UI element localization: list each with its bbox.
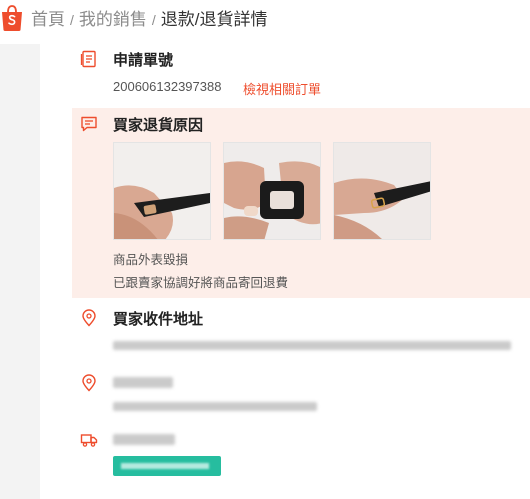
buyer-address-title: 買家收件地址 (113, 311, 204, 328)
request-number-title: 申請單號 (113, 52, 174, 69)
truck-icon (80, 431, 98, 449)
return-reason-text: 商品外表毀損 (113, 253, 189, 267)
evidence-photo-3[interactable] (333, 142, 431, 240)
evidence-photo-2[interactable] (223, 142, 321, 240)
top-header: 首頁 / 我的銷售 / 退款/退貨詳情 (0, 0, 530, 44)
location-pin-icon (80, 374, 98, 392)
breadcrumb: 首頁 / 我的銷售 / 退款/退貨詳情 (31, 9, 268, 31)
shopee-logo-icon[interactable] (0, 4, 24, 32)
evidence-photo-1[interactable] (113, 142, 211, 240)
redacted-name (113, 377, 173, 388)
breadcrumb-separator: / (151, 12, 156, 28)
view-related-order-link[interactable]: 檢視相關訂單 (243, 79, 321, 98)
return-reason-note: 已跟賣家協調好將商品寄回退費 (113, 276, 289, 290)
request-number: 200606132397388 (113, 79, 222, 94)
breadcrumb-separator: / (70, 12, 74, 28)
tracking-number-badge[interactable] (113, 456, 221, 476)
location-pin-icon (80, 309, 98, 327)
breadcrumb-home[interactable]: 首頁 (31, 10, 65, 29)
redacted-tracking-number (121, 463, 209, 469)
redacted-address (113, 341, 511, 350)
document-icon (80, 50, 98, 68)
return-detail-panel: 申請單號 200606132397388 檢視相關訂單 買家退貨原因 商品外表毀… (40, 44, 530, 499)
return-reason-title: 買家退貨原因 (113, 117, 204, 134)
message-icon (80, 115, 98, 133)
redacted-logistics (113, 434, 175, 445)
redacted-contact-address (113, 402, 317, 411)
breadcrumb-current: 退款/退貨詳情 (160, 10, 268, 29)
breadcrumb-my-sales[interactable]: 我的銷售 (79, 10, 147, 29)
